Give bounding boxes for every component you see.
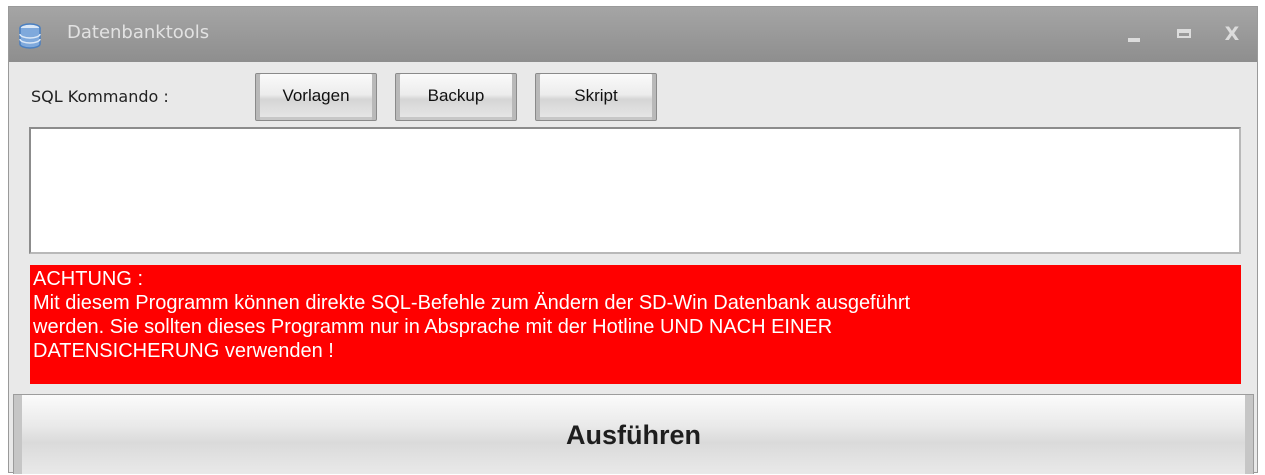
database-icon [19,23,41,49]
warning-message: ACHTUNG : Mit diesem Programm können dir… [30,265,1241,384]
warning-line: Mit diesem Programm können direkte SQL-B… [33,292,911,314]
warning-line: werden. Sie sollten dieses Programm nur … [33,316,833,338]
vorlagen-button[interactable]: Vorlagen [255,73,377,121]
sql-command-label: SQL Kommando : [31,87,169,106]
window-title: Datenbanktools [67,22,210,43]
close-icon[interactable]: X [1219,21,1245,47]
sql-command-input[interactable] [29,127,1241,254]
minimize-icon[interactable] [1122,21,1148,47]
ausfuehren-button[interactable]: Ausführen [13,394,1254,474]
maximize-icon[interactable] [1173,21,1199,47]
title-bar[interactable]: Datenbanktools X [9,7,1257,62]
warning-line: DATENSICHERUNG verwenden ! [33,340,334,362]
warning-title: ACHTUNG : [33,268,143,290]
skript-button[interactable]: Skript [535,73,657,121]
backup-button[interactable]: Backup [395,73,517,121]
datenbanktools-window: Datenbanktools X SQL Kommando : Vorlagen… [8,6,1258,474]
